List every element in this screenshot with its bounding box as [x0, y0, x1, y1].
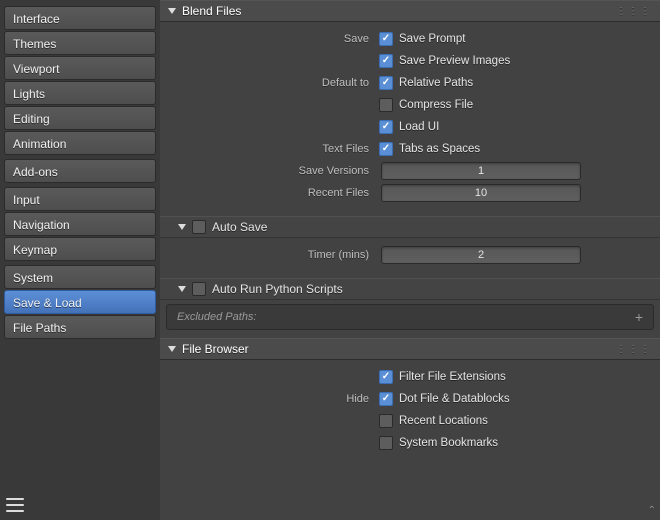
add-icon[interactable]: +: [635, 309, 643, 325]
pref-row: Save Versions 1: [168, 160, 652, 182]
pref-row: Recent Files 10: [168, 182, 652, 204]
option-label: Dot File & Datablocks: [399, 393, 510, 405]
number-field[interactable]: 1: [381, 162, 581, 180]
drag-handle-icon[interactable]: ⋮⋮⋮: [616, 6, 652, 17]
timer-field[interactable]: 2: [381, 246, 581, 264]
sidebar-item-themes[interactable]: Themes: [4, 31, 156, 55]
option-label: Save Preview Images: [399, 55, 510, 67]
option-label: Load UI: [399, 121, 439, 133]
preferences-main: Blend Files ⋮⋮⋮ Save Save Prompt Save Prev…: [160, 0, 660, 520]
checkbox[interactable]: [379, 54, 393, 68]
panel-body-blend-files: Save Save Prompt Save Preview Images Defaul…: [160, 22, 660, 216]
sidebar-item-lights[interactable]: Lights: [4, 81, 156, 105]
option-label: Save Prompt: [399, 33, 465, 45]
disclosure-triangle-icon: [168, 346, 176, 352]
subpanel-auto-save[interactable]: Auto Save: [160, 216, 660, 238]
panel-title: Blend Files: [182, 4, 241, 18]
checkbox[interactable]: [379, 142, 393, 156]
preferences-sidebar: InterfaceThemesViewportLightsEditingAnim…: [0, 0, 160, 520]
pref-row: Hide Dot File & Datablocks: [168, 388, 652, 410]
pref-row: Filter File Extensions: [168, 366, 652, 388]
option-label: Compress File: [399, 99, 473, 111]
checkbox[interactable]: [379, 370, 393, 384]
sidebar-item-system[interactable]: System: [4, 265, 156, 289]
checkbox[interactable]: [379, 120, 393, 134]
auto-save-checkbox[interactable]: [192, 220, 206, 234]
scroll-up-icon[interactable]: ⌃: [648, 505, 656, 516]
pref-row: Load UI: [168, 116, 652, 138]
hamburger-menu-icon[interactable]: [6, 498, 24, 512]
pref-row: System Bookmarks: [168, 432, 652, 454]
pref-row: Recent Locations: [168, 410, 652, 432]
option-label: Recent Locations: [399, 415, 488, 427]
sidebar-item-animation[interactable]: Animation: [4, 131, 156, 155]
auto-run-checkbox[interactable]: [192, 282, 206, 296]
pref-row: Save Preview Images: [168, 50, 652, 72]
panel-header-file-browser[interactable]: File Browser ⋮⋮⋮: [160, 338, 660, 360]
sidebar-item-input[interactable]: Input: [4, 187, 156, 211]
auto-save-body: Timer (mins) 2: [160, 238, 660, 278]
drag-handle-icon[interactable]: ⋮⋮⋮: [616, 344, 652, 355]
row-label: Timer (mins): [168, 249, 373, 261]
subpanel-auto-run[interactable]: Auto Run Python Scripts: [160, 278, 660, 300]
excluded-paths-row[interactable]: Excluded Paths: +: [166, 304, 654, 330]
checkbox[interactable]: [379, 76, 393, 90]
disclosure-triangle-icon: [168, 8, 176, 14]
pref-row: Save Save Prompt: [168, 28, 652, 50]
pref-row: Compress File: [168, 94, 652, 116]
row-label: Default to: [168, 77, 373, 89]
row-label: Text Files: [168, 143, 373, 155]
disclosure-triangle-icon: [178, 224, 186, 230]
pref-row: Default to Relative Paths: [168, 72, 652, 94]
panel-header-blend-files[interactable]: Blend Files ⋮⋮⋮: [160, 0, 660, 22]
excluded-paths-label: Excluded Paths:: [177, 311, 257, 323]
panel-title: File Browser: [182, 342, 249, 356]
subpanel-title: Auto Save: [212, 220, 267, 234]
row-label: Save: [168, 33, 373, 45]
number-field[interactable]: 10: [381, 184, 581, 202]
row-label: Hide: [168, 393, 373, 405]
sidebar-item-add-ons[interactable]: Add-ons: [4, 159, 156, 183]
sidebar-item-interface[interactable]: Interface: [4, 6, 156, 30]
sidebar-item-navigation[interactable]: Navigation: [4, 212, 156, 236]
disclosure-triangle-icon: [178, 286, 186, 292]
sidebar-item-file-paths[interactable]: File Paths: [4, 315, 156, 339]
sidebar-item-viewport[interactable]: Viewport: [4, 56, 156, 80]
subpanel-title: Auto Run Python Scripts: [212, 282, 343, 296]
sidebar-item-keymap[interactable]: Keymap: [4, 237, 156, 261]
checkbox[interactable]: [379, 392, 393, 406]
sidebar-item-editing[interactable]: Editing: [4, 106, 156, 130]
bottom-bar: [0, 490, 160, 520]
option-label: Filter File Extensions: [399, 371, 506, 383]
checkbox[interactable]: [379, 98, 393, 112]
option-label: Relative Paths: [399, 77, 473, 89]
option-label: System Bookmarks: [399, 437, 498, 449]
sidebar-item-save-load[interactable]: Save & Load: [4, 290, 156, 314]
pref-row: Text Files Tabs as Spaces: [168, 138, 652, 160]
checkbox[interactable]: [379, 414, 393, 428]
checkbox[interactable]: [379, 436, 393, 450]
panel-body-file-browser: Filter File Extensions Hide Dot File & Dat…: [160, 360, 660, 466]
checkbox[interactable]: [379, 32, 393, 46]
row-label: Save Versions: [168, 165, 373, 177]
option-label: Tabs as Spaces: [399, 143, 480, 155]
row-label: Recent Files: [168, 187, 373, 199]
